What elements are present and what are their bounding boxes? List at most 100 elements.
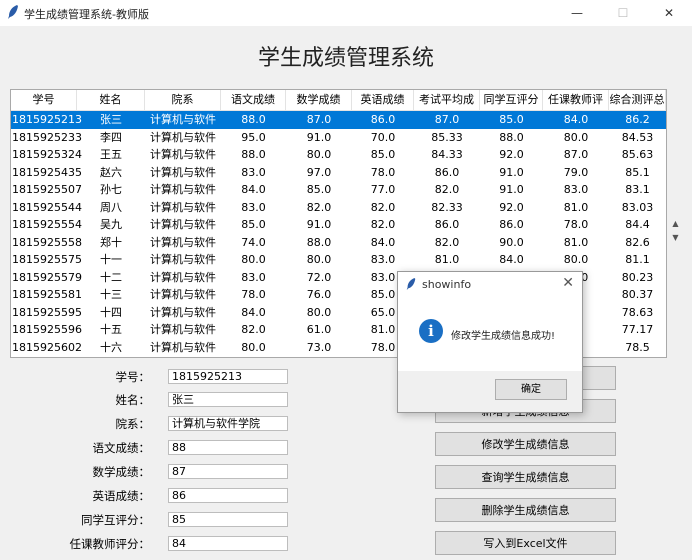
export-excel-button[interactable]: 写入到Excel文件 [435, 531, 616, 555]
dialog-body: i 修改学生成绩信息成功! [398, 296, 582, 371]
table-row[interactable]: 1815925435 赵六 计算机与软件 83.0 97.0 78.0 86.0 91.0 79… [11, 164, 666, 182]
table-cell: 91.0 [306, 218, 332, 231]
table-cell: 85.0 [306, 183, 332, 196]
table-row[interactable]: 1815925507 孙七 计算机与软件 84.0 85.0 77.0 82.0 91.0 83… [11, 181, 666, 199]
table-cell: 1815925435 [12, 165, 82, 179]
table-cell: 81.0 [563, 200, 589, 214]
table-cell: 86.0 [499, 218, 524, 231]
info-icon: i [419, 319, 443, 343]
table-cell: 计算机与软件 [150, 148, 216, 161]
table-cell: 孙七 [100, 183, 122, 196]
window-titlebar[interactable]: 学生成绩管理系统-教师版 — ☐ ✕ [0, 0, 692, 26]
table-cell: 1815925607 [11, 356, 78, 357]
table-cell: 计算机与软件 [150, 235, 216, 249]
maximize-button[interactable]: ☐ [600, 0, 646, 26]
column-header[interactable]: 同学互评分 [480, 90, 543, 110]
table-cell: 80.0 [306, 148, 332, 161]
scroll-up-icon[interactable]: ▲ [667, 217, 684, 231]
close-icon[interactable]: ✕ [562, 275, 574, 291]
column-header[interactable]: 综合测评总分 [609, 90, 666, 126]
dialog-titlebar[interactable]: showinfo ✕ [398, 272, 582, 296]
dialog-message: 修改学生成绩信息成功! [451, 331, 556, 342]
table-row[interactable]: 1815925233 李四 计算机与软件 95.0 91.0 70.0 85.33 88.0 8… [11, 129, 666, 147]
column-header[interactable]: 任课教师评分 [543, 90, 609, 126]
field-input[interactable]: 1815925213 [168, 369, 288, 384]
table-cell: 95.0 [241, 130, 266, 144]
column-header[interactable]: 数学成绩 [286, 90, 352, 110]
column-header[interactable]: 院系 [145, 90, 221, 110]
table-cell: 92.0 [499, 200, 524, 214]
field-label: 数学成绩： [92, 465, 151, 479]
field-input[interactable]: 88 [168, 440, 288, 455]
table-cell: 80.0 [241, 340, 266, 354]
table-cell: 70.0 [370, 130, 396, 144]
showinfo-dialog[interactable]: showinfo ✕ i 修改学生成绩信息成功! 确定 [397, 271, 583, 413]
table-cell: 85.63 [621, 148, 654, 161]
close-button[interactable]: ✕ [646, 0, 692, 26]
table-cell: 87.0 [434, 113, 460, 126]
field-input[interactable]: 84 [168, 536, 288, 551]
column-header[interactable]: 姓名 [77, 90, 145, 110]
table-cell: 82.0 [286, 356, 352, 357]
table-cell: 61.0 [306, 323, 332, 336]
field-input[interactable]: 85 [168, 512, 288, 527]
table-cell: 86.0 [370, 113, 396, 126]
delete-grade-button[interactable]: 删除学生成绩信息 [435, 498, 616, 522]
table-cell: 77.17 [621, 323, 654, 336]
table-cell: 82.0 [434, 183, 460, 196]
minimize-button[interactable]: — [554, 0, 600, 26]
table-cell: 赵六 [100, 165, 122, 179]
table-row[interactable]: 1815925554 吴九 计算机与软件 85.0 91.0 82.0 86.0 86.0 78… [11, 216, 666, 234]
table-cell: 74.0 [241, 235, 266, 249]
field-input[interactable]: 计算机与软件学院 [168, 416, 288, 431]
table-row[interactable]: 1815925213 张三 计算机与软件 88.0 87.0 86.0 87.0 85.0 84… [11, 111, 666, 129]
table-cell: 80.0 [306, 253, 332, 266]
field-label: 英语成绩： [92, 489, 151, 503]
table-cell: 80.0 [306, 305, 332, 319]
table-cell: 97.0 [306, 165, 332, 179]
table-row[interactable]: 1815925544 周八 计算机与软件 83.0 82.0 82.0 82.33 92.0 8… [11, 199, 666, 217]
field-label: 同学互评分： [81, 513, 150, 527]
column-header[interactable]: 学号 [11, 90, 77, 110]
table-cell: 1815925558 [12, 235, 82, 249]
field-label: 姓名： [115, 393, 151, 407]
table-cell: 83.0 [241, 165, 266, 179]
ok-button[interactable]: 确定 [495, 379, 567, 400]
table-cell: 77.0 [370, 183, 396, 196]
field-label: 任课教师评分： [69, 537, 151, 551]
column-header[interactable]: 英语成绩 [352, 90, 414, 110]
table-cell: 计算机与软件 [150, 165, 216, 179]
table-row[interactable]: 1815925324 王五 计算机与软件 88.0 80.0 85.0 84.33 92.0 8… [11, 146, 666, 164]
table-cell: 78.63 [621, 305, 654, 319]
table-row[interactable]: 1815925575 十一 计算机与软件 80.0 80.0 83.0 81.0 84.0 80… [11, 251, 666, 269]
query-grade-button[interactable]: 查询学生成绩信息 [435, 465, 616, 489]
field-input[interactable]: 86 [168, 488, 288, 503]
column-header[interactable]: 考试平均成绩 [414, 90, 480, 126]
table-cell: 77.0 [221, 356, 286, 357]
table-cell: 78.0 [241, 288, 266, 301]
table-scrollbar[interactable]: ▲ ▼ [667, 89, 684, 356]
table-cell: 十六 [100, 340, 122, 354]
table-cell: 84.0 [370, 235, 396, 249]
field-input[interactable]: 张三 [168, 392, 288, 407]
table-cell: 计算机与软件 [150, 113, 216, 126]
table-cell: 计算机与软件 [150, 323, 216, 336]
field-input[interactable]: 87 [168, 464, 288, 479]
table-cell: 88.0 [499, 130, 524, 144]
table-cell: 计算机与软件 [150, 288, 216, 301]
table-cell: 85.1 [625, 165, 650, 179]
table-cell: 83.0 [241, 270, 266, 284]
table-row[interactable]: 1815925558 郑十 计算机与软件 74.0 88.0 84.0 82.0 90.0 81… [11, 234, 666, 252]
table-cell: 王五 [100, 148, 122, 161]
modify-grade-button[interactable]: 修改学生成绩信息 [435, 432, 616, 456]
table-cell: 86.0 [434, 218, 460, 231]
table-cell: 91.0 [306, 130, 332, 144]
table-cell: 83.0 [241, 200, 266, 214]
table-cell: 周八 [100, 200, 122, 214]
table-cell: 1815925596 [12, 323, 82, 336]
table-cell: 86.2 [625, 113, 650, 126]
table-cell: 83.1 [625, 183, 650, 196]
column-header[interactable]: 语文成绩 [221, 90, 286, 110]
scroll-down-icon[interactable]: ▼ [667, 231, 684, 245]
table-cell: 82.0 [241, 323, 266, 336]
